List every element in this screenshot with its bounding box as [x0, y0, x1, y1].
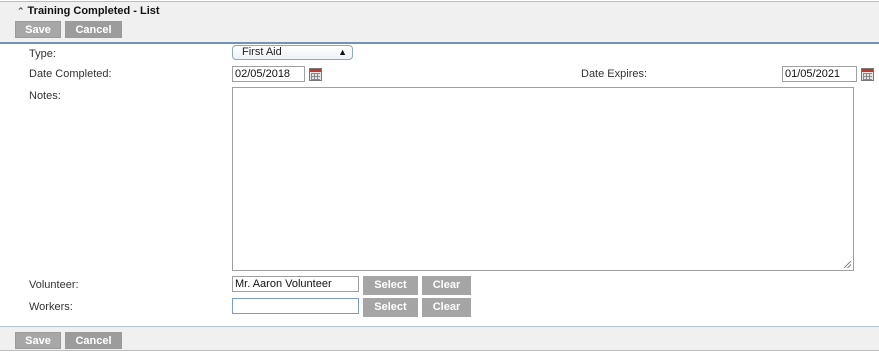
workers-select-button[interactable]: Select — [363, 298, 418, 317]
footer-save-button[interactable]: Save — [15, 332, 61, 349]
workers-clear-button[interactable]: Clear — [422, 298, 471, 317]
volunteer-select-button[interactable]: Select — [363, 276, 418, 295]
footer-bar — [0, 327, 879, 350]
select-arrows-icon: ▲ — [338, 47, 347, 57]
notes-textarea[interactable] — [232, 87, 854, 271]
resize-grip-icon[interactable] — [844, 261, 851, 268]
collapse-chevron-icon[interactable]: ⌃ — [17, 6, 25, 16]
date-completed-label: Date Completed: — [29, 68, 112, 80]
type-select-value: First Aid — [242, 46, 282, 58]
header-separator — [0, 42, 879, 44]
notes-label: Notes: — [29, 90, 61, 102]
save-button[interactable]: Save — [15, 21, 61, 38]
section-title-text: Training Completed - List — [27, 5, 160, 17]
bottom-border — [0, 350, 879, 351]
date-completed-field[interactable] — [232, 66, 305, 82]
section-title[interactable]: ⌃ Training Completed - List — [17, 5, 160, 17]
workers-field[interactable] — [232, 298, 359, 314]
volunteer-label: Volunteer: — [29, 279, 79, 291]
workers-label: Workers: — [29, 301, 73, 313]
volunteer-field[interactable] — [232, 276, 359, 292]
calendar-icon[interactable] — [861, 68, 874, 81]
type-select[interactable]: First Aid ▲ — [232, 45, 353, 60]
footer-cancel-button[interactable]: Cancel — [65, 332, 122, 349]
type-label: Type: — [29, 48, 56, 60]
date-expires-field[interactable] — [782, 66, 857, 82]
date-expires-label: Date Expires: — [581, 68, 648, 80]
calendar-icon[interactable] — [309, 68, 322, 81]
cancel-button[interactable]: Cancel — [65, 21, 122, 38]
volunteer-clear-button[interactable]: Clear — [422, 276, 471, 295]
